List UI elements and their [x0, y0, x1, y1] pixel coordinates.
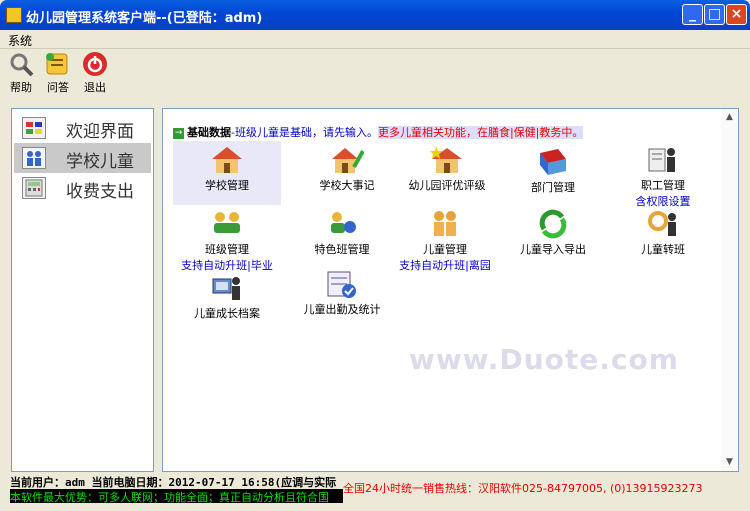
school-events-item[interactable]: 学校大事记 — [293, 141, 401, 205]
headline-more: 更多儿童相关功能，在膳食|保健|教务中。 — [377, 126, 584, 139]
scrollbar[interactable]: ▲ ▼ — [721, 109, 738, 471]
calculator-icon — [22, 177, 46, 199]
item-label: 幼儿园评优评级 — [408, 179, 486, 192]
item-label: 儿童出勤及统计 — [303, 303, 381, 316]
help-label: 帮助 — [10, 81, 32, 94]
special-class-item[interactable]: 特色班管理 — [288, 209, 396, 265]
window-title: 幼儿园管理系统客户端--(已登陆：adm) — [26, 11, 263, 26]
faq-label: 问答 — [47, 81, 69, 94]
headline-label: 基础数据 — [187, 126, 231, 139]
child-import-export-item[interactable]: 儿童导入导出 — [503, 209, 603, 265]
item-label: 儿童导入导出 — [520, 243, 586, 256]
scroll-down-icon[interactable]: ▼ — [723, 456, 736, 469]
item-sublabel: 支持自动升班|毕业 — [181, 259, 273, 272]
scroll-up-icon[interactable]: ▲ — [723, 111, 736, 124]
kindergarten-rating-item[interactable]: 幼儿园评优评级 — [393, 141, 501, 205]
attendance-icon — [325, 269, 359, 299]
refresh-icon — [536, 209, 570, 239]
school-management-item[interactable]: 学校管理 — [173, 141, 281, 205]
item-label: 儿童成长档案 — [194, 307, 260, 320]
item-sublabel: 含权限设置 — [635, 195, 691, 208]
school-star-icon — [430, 145, 464, 175]
item-label: 学校管理 — [205, 179, 249, 192]
faq-button[interactable]: 问答 — [41, 51, 75, 95]
nav-label: 收费支出 — [66, 182, 134, 202]
transfer-icon — [646, 209, 680, 239]
children-icon — [22, 147, 46, 169]
children-pair-icon — [428, 209, 462, 239]
title-bar: 幼儿园管理系统客户端--(已登陆：adm) _ □ × — [0, 0, 750, 30]
archive-icon — [210, 273, 244, 303]
staff-icon — [646, 145, 680, 175]
item-label: 班级管理 — [205, 243, 249, 256]
child-transfer-item[interactable]: 儿童转班 — [613, 209, 713, 265]
item-label: 儿童转班 — [641, 243, 685, 256]
headline-note: -班级儿童是基础，请先输入。 — [231, 126, 378, 139]
exit-label: 退出 — [84, 81, 106, 94]
welcome-icon — [22, 117, 46, 139]
item-label: 部门管理 — [531, 181, 575, 194]
nav-label: 欢迎界面 — [66, 122, 134, 142]
item-label: 特色班管理 — [314, 243, 370, 256]
watermark: www.Duote.com — [409, 343, 679, 376]
headline: → 基础数据-班级儿童是基础，请先输入。更多儿童相关功能，在膳食|保健|教务中。 — [173, 124, 584, 140]
maximize-button[interactable]: □ — [704, 4, 725, 25]
department-management-item[interactable]: 部门管理 — [503, 141, 603, 205]
item-label: 儿童管理 — [423, 243, 467, 256]
books-icon — [536, 147, 570, 177]
advantage-ticker: 本软件最大优势：可多人联网；功能全面；真正自动分析且符合国 — [10, 489, 343, 503]
app-icon — [6, 7, 22, 23]
exit-button[interactable]: 退出 — [78, 51, 112, 95]
item-label: 职工管理 — [641, 179, 685, 192]
function-panel: → 基础数据-班级儿童是基础，请先输入。更多儿童相关功能，在膳食|保健|教务中。 … — [162, 108, 739, 472]
school-pencil-icon — [330, 145, 365, 175]
nav-item-welcome[interactable]: 欢迎界面 — [14, 113, 151, 143]
nav-label: 学校儿童 — [66, 152, 134, 172]
minimize-button[interactable]: _ — [682, 4, 703, 25]
menu-bar: 系统 — [0, 30, 750, 49]
nav-panel: 欢迎界面 学校儿童 收费支出 — [11, 108, 154, 472]
class-group-icon — [210, 209, 244, 239]
menu-system[interactable]: 系统 — [8, 32, 32, 49]
help-button[interactable]: 帮助 — [4, 51, 38, 95]
item-sublabel: 支持自动升班|离园 — [399, 259, 491, 272]
arrow-right-icon: → — [173, 127, 184, 139]
faq-icon — [45, 51, 71, 77]
sales-hotline: 全国24小时统一销售热线：汉阳软件025-84797005, (0)139159… — [343, 482, 703, 495]
nav-item-fees[interactable]: 收费支出 — [14, 173, 151, 203]
class-management-item[interactable]: 班级管理 支持自动升班|毕业 — [173, 209, 281, 272]
power-icon — [82, 51, 108, 77]
help-icon — [8, 51, 34, 77]
staff-management-item[interactable]: 职工管理 含权限设置 — [613, 141, 713, 208]
special-class-icon — [325, 209, 359, 239]
item-label: 学校大事记 — [319, 179, 375, 192]
child-growth-archive-item[interactable]: 儿童成长档案 — [173, 273, 281, 323]
close-button[interactable]: × — [726, 4, 747, 25]
school-house-icon — [210, 145, 244, 175]
toolbar: 帮助 问答 退出 — [0, 49, 750, 97]
child-management-item[interactable]: 儿童管理 支持自动升班|离园 — [391, 209, 499, 272]
nav-item-school-children[interactable]: 学校儿童 — [14, 143, 151, 173]
child-attendance-item[interactable]: 儿童出勤及统计 — [288, 269, 396, 323]
